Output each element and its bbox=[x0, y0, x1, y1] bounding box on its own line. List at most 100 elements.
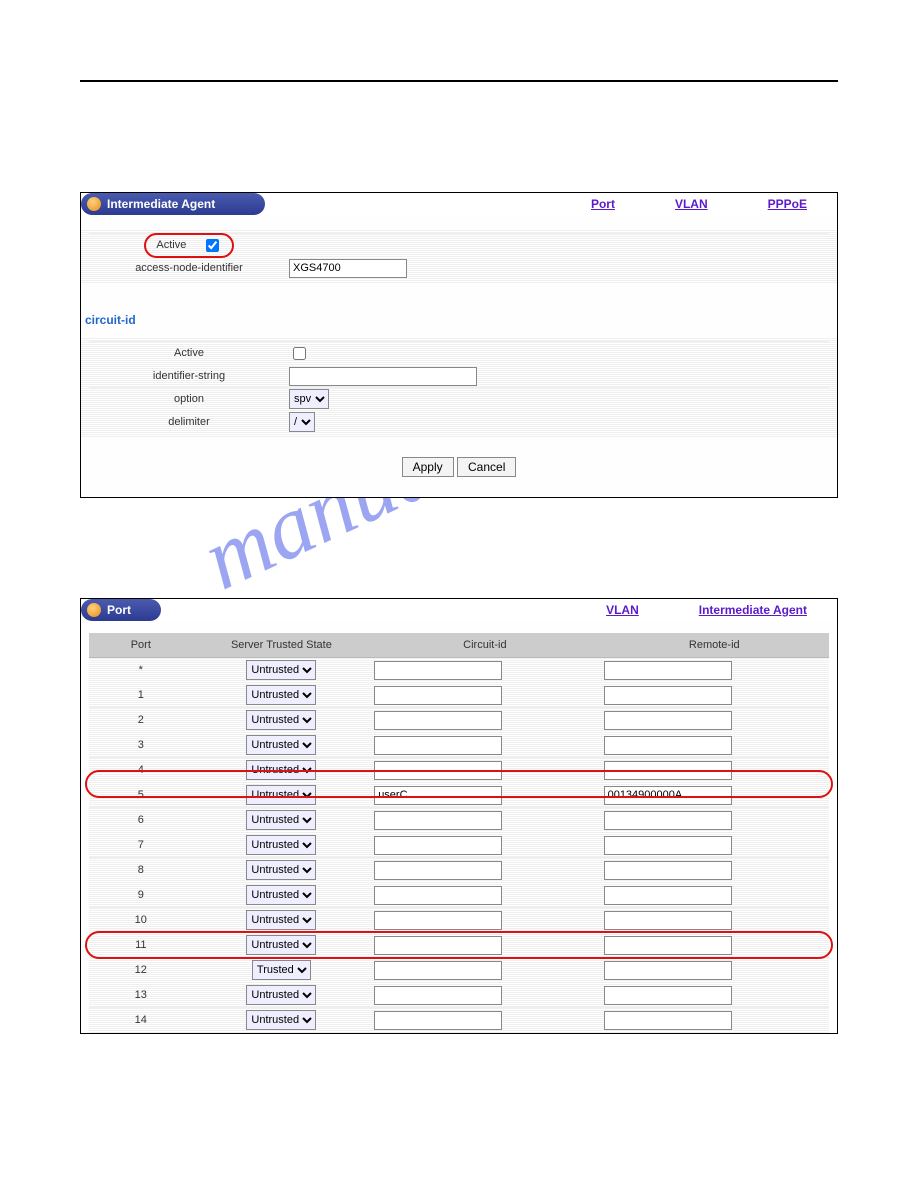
circuit-id-input[interactable] bbox=[374, 736, 502, 755]
remote-id-input[interactable] bbox=[604, 836, 732, 855]
table-row: 10 Untrusted bbox=[89, 908, 829, 933]
intermediate-agent-panel: Intermediate Agent Port VLAN PPPoE Activ… bbox=[80, 192, 838, 498]
cid-active-label: Active bbox=[89, 347, 289, 359]
circuit-id-input[interactable] bbox=[374, 1011, 502, 1030]
idstr-input[interactable] bbox=[289, 367, 477, 386]
nav-pppoe-link[interactable]: PPPoE bbox=[768, 197, 807, 211]
active-label: Active bbox=[156, 239, 186, 251]
table-row: 13Untrusted bbox=[89, 983, 829, 1008]
nav-vlan-link[interactable]: VLAN bbox=[606, 603, 639, 617]
remote-id-input[interactable] bbox=[604, 911, 732, 930]
port-number: 11 bbox=[89, 933, 193, 958]
circuit-id-input[interactable] bbox=[374, 936, 502, 955]
cancel-button[interactable]: Cancel bbox=[457, 457, 516, 477]
cid-active-checkbox[interactable] bbox=[293, 347, 306, 360]
trusted-state-select[interactable]: Untrusted bbox=[246, 660, 316, 680]
active-checkbox[interactable] bbox=[206, 239, 219, 252]
circuit-id-input[interactable] bbox=[374, 861, 502, 880]
table-row: 2 Untrusted bbox=[89, 708, 829, 733]
table-row: 9 Untrusted bbox=[89, 883, 829, 908]
th-port: Port bbox=[89, 633, 193, 658]
delimiter-select[interactable]: / bbox=[289, 412, 315, 432]
remote-id-input[interactable] bbox=[604, 711, 732, 730]
table-row: 6 Untrusted bbox=[89, 808, 829, 833]
th-cid: Circuit-id bbox=[370, 633, 599, 658]
table-row: 5 Untrusted bbox=[89, 783, 829, 808]
trusted-state-select[interactable]: Trusted bbox=[252, 960, 311, 980]
table-row: 7 Untrusted bbox=[89, 833, 829, 858]
table-row: 12 Trusted bbox=[89, 958, 829, 983]
remote-id-input[interactable] bbox=[604, 736, 732, 755]
active-label-highlight: Active bbox=[144, 233, 233, 258]
circuit-id-input[interactable] bbox=[374, 761, 502, 780]
circuit-id-input[interactable] bbox=[374, 886, 502, 905]
remote-id-input[interactable] bbox=[604, 811, 732, 830]
th-sts: Server Trusted State bbox=[193, 633, 371, 658]
ani-input[interactable] bbox=[289, 259, 407, 278]
panel-title: Port bbox=[107, 603, 131, 617]
port-number: 2 bbox=[89, 708, 193, 733]
trusted-state-select[interactable]: Untrusted bbox=[246, 735, 316, 755]
remote-id-input[interactable] bbox=[604, 661, 732, 680]
apply-button[interactable]: Apply bbox=[402, 457, 454, 477]
remote-id-input[interactable] bbox=[604, 936, 732, 955]
remote-id-input[interactable] bbox=[604, 886, 732, 905]
table-row: 3 Untrusted bbox=[89, 733, 829, 758]
trusted-state-select[interactable]: Untrusted bbox=[246, 710, 316, 730]
trusted-state-select[interactable]: Untrusted bbox=[246, 760, 316, 780]
option-select[interactable]: spv bbox=[289, 389, 329, 409]
port-panel: Port VLAN Intermediate Agent Port Server… bbox=[80, 598, 838, 1034]
circuit-id-input[interactable] bbox=[374, 836, 502, 855]
circuit-id-input[interactable] bbox=[374, 686, 502, 705]
port-number: 5 bbox=[89, 783, 193, 808]
port-number: 7 bbox=[89, 833, 193, 858]
remote-id-input[interactable] bbox=[604, 686, 732, 705]
trusted-state-select[interactable]: Untrusted bbox=[246, 785, 316, 805]
trusted-state-select[interactable]: Untrusted bbox=[246, 935, 316, 955]
remote-id-input[interactable] bbox=[604, 761, 732, 780]
port-number: 1 bbox=[89, 683, 193, 708]
idstr-label: identifier-string bbox=[89, 370, 289, 382]
trusted-state-select[interactable]: Untrusted bbox=[246, 835, 316, 855]
option-label: option bbox=[89, 393, 289, 405]
circuit-id-input[interactable] bbox=[374, 961, 502, 980]
panel-title-pill: Port bbox=[81, 599, 161, 621]
circuit-id-input[interactable] bbox=[374, 986, 502, 1005]
port-number: 4 bbox=[89, 758, 193, 783]
port-number: 6 bbox=[89, 808, 193, 833]
port-table: Port Server Trusted State Circuit-id Rem… bbox=[89, 633, 829, 1033]
nav-ia-link[interactable]: Intermediate Agent bbox=[699, 603, 807, 617]
nav-port-link[interactable]: Port bbox=[591, 197, 615, 211]
pill-dot-icon bbox=[87, 603, 101, 617]
port-number: 10 bbox=[89, 908, 193, 933]
table-row: 8Untrusted bbox=[89, 858, 829, 883]
remote-id-input[interactable] bbox=[604, 986, 732, 1005]
port-number: * bbox=[89, 658, 193, 683]
remote-id-input[interactable] bbox=[604, 861, 732, 880]
remote-id-input[interactable] bbox=[604, 961, 732, 980]
panel-title: Intermediate Agent bbox=[107, 197, 215, 211]
trusted-state-select[interactable]: Untrusted bbox=[246, 885, 316, 905]
trusted-state-select[interactable]: Untrusted bbox=[246, 860, 316, 880]
nav-vlan-link[interactable]: VLAN bbox=[675, 197, 708, 211]
panel-title-pill: Intermediate Agent bbox=[81, 193, 265, 215]
circuit-id-input[interactable] bbox=[374, 661, 502, 680]
circuit-id-input[interactable] bbox=[374, 711, 502, 730]
port-number: 14 bbox=[89, 1008, 193, 1033]
circuit-id-input[interactable] bbox=[374, 911, 502, 930]
port-number: 12 bbox=[89, 958, 193, 983]
circuit-id-title: circuit-id bbox=[85, 313, 837, 327]
ani-label: access-node-identifier bbox=[89, 262, 289, 274]
circuit-id-input[interactable] bbox=[374, 786, 502, 805]
port-number: 3 bbox=[89, 733, 193, 758]
trusted-state-select[interactable]: Untrusted bbox=[246, 910, 316, 930]
circuit-id-input[interactable] bbox=[374, 811, 502, 830]
trusted-state-select[interactable]: Untrusted bbox=[246, 1010, 316, 1030]
remote-id-input[interactable] bbox=[604, 1011, 732, 1030]
remote-id-input[interactable] bbox=[604, 786, 732, 805]
port-number: 9 bbox=[89, 883, 193, 908]
trusted-state-select[interactable]: Untrusted bbox=[246, 685, 316, 705]
trusted-state-select[interactable]: Untrusted bbox=[246, 985, 316, 1005]
trusted-state-select[interactable]: Untrusted bbox=[246, 810, 316, 830]
pill-dot-icon bbox=[87, 197, 101, 211]
